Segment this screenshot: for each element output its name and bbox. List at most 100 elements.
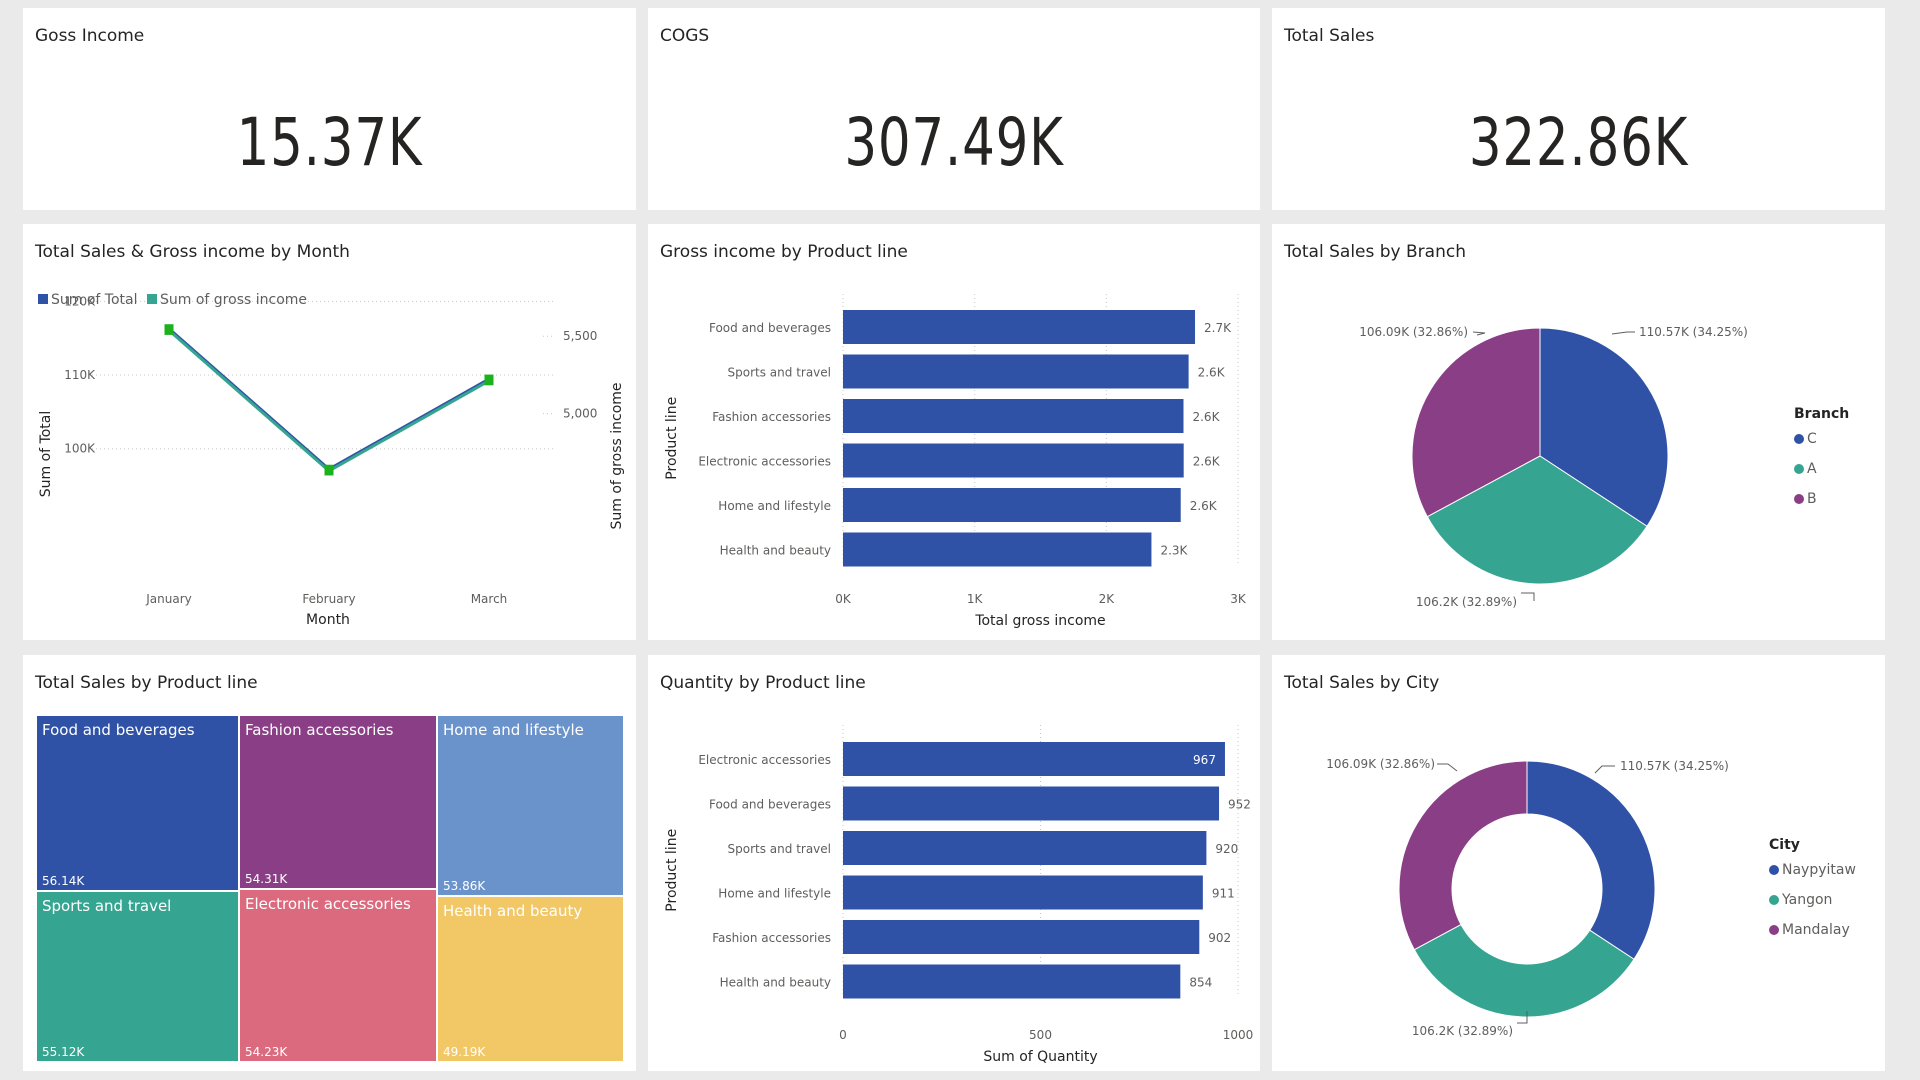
legend-marker (1769, 925, 1779, 935)
quantity-bar-chart: 0 500 1000 Electronic accessories 967 Food an… (664, 725, 1253, 1065)
treemap-value: 53.86K (443, 879, 486, 893)
category-label: Sports and travel (728, 842, 831, 856)
city-donut-card: Total Sales by City 110.57K (34.25%) 106.… (1272, 655, 1885, 1071)
x-tick-label: 1K (967, 592, 984, 606)
x-axis-title: Sum of Quantity (983, 1049, 1097, 1065)
gross-income-bar-chart: 0K 1K 2K 3K Food and beverages 2.7K Sports and… (664, 294, 1247, 629)
bar (843, 786, 1220, 821)
category-label: Food and beverages (709, 321, 831, 335)
treemap-value: 56.14K (42, 874, 85, 888)
category-label: Electronic accessories (698, 455, 831, 469)
category-label: Sports and travel (728, 366, 831, 380)
data-label: 106.09K (32.86%) (1326, 757, 1435, 771)
legend-label: Sum of Total (51, 292, 138, 308)
treemap-cell-home[interactable]: Home and lifestyle 53.86K (437, 715, 624, 896)
line-chart: 120K110K100K5,5005,000Sum of Total Sum of… (38, 292, 625, 628)
category-label: Electronic accessories (698, 753, 831, 767)
treemap-label: Health and beauty (443, 902, 583, 920)
data-label: 2.3K (1160, 544, 1188, 558)
treemap-label: Home and lifestyle (443, 721, 584, 739)
legend-label: Yangon (1781, 892, 1832, 908)
category-label: Health and beauty (720, 976, 831, 990)
treemap-value: 55.12K (42, 1045, 85, 1059)
data-label: 110.57K (34.25%) (1620, 759, 1729, 773)
chart-title: Total Sales by Product line (35, 673, 258, 693)
y2-tick-label: 5,500 (563, 329, 597, 343)
x-tick-label: 0 (839, 1028, 847, 1042)
slice (1413, 923, 1635, 1018)
legend-label: A (1807, 461, 1817, 477)
bar (843, 532, 1152, 567)
kpi-value: 307.49K (844, 104, 1064, 181)
series-line-total (168, 327, 490, 472)
legend-marker (1769, 865, 1779, 875)
quantity-bar-card: Quantity by Product line 0 500 1000 Electro… (648, 655, 1260, 1071)
data-label: 2.6K (1193, 455, 1221, 469)
bar (843, 964, 1181, 999)
kpi-card-total-sales: Total Sales 322.86K (1272, 8, 1885, 210)
treemap: Food and beverages 56.14K Sports and tra… (36, 715, 624, 1062)
bar (843, 354, 1189, 389)
y-tick-label: 100K (64, 442, 96, 456)
x-axis-title: Month (306, 612, 350, 628)
bar (843, 488, 1181, 522)
legend-title: Branch (1794, 406, 1849, 422)
treemap-label: Electronic accessories (245, 895, 411, 913)
bar (843, 443, 1184, 478)
bar (843, 831, 1207, 865)
treemap-cell-food[interactable]: Food and beverages 56.14K (36, 715, 239, 891)
legend-label: Sum of gross income (160, 292, 307, 308)
treemap-label: Fashion accessories (245, 721, 394, 739)
x-tick-label: 500 (1029, 1028, 1052, 1042)
bar (843, 399, 1184, 433)
data-label: 106.2K (32.89%) (1412, 1024, 1513, 1038)
kpi-card-cogs: COGS 307.49K (648, 8, 1260, 210)
data-label: 106.2K (32.89%) (1416, 595, 1517, 609)
gross-income-bar-card: Gross income by Product line 0K 1K 2K 3K Foo… (648, 224, 1260, 640)
x-tick-label: January (145, 592, 192, 606)
category-label: Home and lifestyle (718, 887, 831, 901)
y-axis-title: Sum of Total (38, 411, 54, 498)
data-label: 110.57K (34.25%) (1639, 325, 1748, 339)
legend-marker (1794, 494, 1804, 504)
y2-tick-label: 5,000 (563, 407, 597, 421)
bar (843, 920, 1200, 954)
legend-marker (1794, 434, 1804, 444)
data-label: 2.6K (1198, 366, 1226, 380)
treemap-cell-sports[interactable]: Sports and travel 55.12K (36, 891, 239, 1062)
category-label: Home and lifestyle (718, 499, 831, 513)
category-label: Food and beverages (709, 798, 831, 812)
legend-label: C (1807, 431, 1817, 447)
data-label: 854 (1189, 976, 1212, 990)
x-tick-label: 3K (1230, 592, 1247, 606)
data-label: 952 (1228, 798, 1251, 812)
bar (843, 875, 1203, 910)
legend-title: City (1769, 837, 1800, 853)
treemap-cell-electronic[interactable]: Electronic accessories 54.23K (239, 889, 437, 1062)
data-label: 967 (1193, 753, 1216, 767)
data-label: 2.7K (1204, 321, 1232, 335)
treemap-cell-health[interactable]: Health and beauty 49.19K (437, 896, 624, 1062)
kpi-title: COGS (660, 26, 710, 46)
leader-line (1521, 592, 1535, 601)
kpi-title: Goss Income (35, 26, 145, 46)
kpi-title: Total Sales (1284, 26, 1375, 46)
city-donut-chart: 110.57K (34.25%) 106.2K (32.89%) 106.09K (… (1326, 757, 1856, 1038)
y-axis-title: Product line (664, 397, 680, 480)
treemap-value: 49.19K (443, 1045, 486, 1059)
x-tick-label: February (302, 592, 355, 606)
treemap-label: Food and beverages (42, 721, 195, 739)
x-tick-label: March (471, 592, 508, 606)
y-tick-label: 110K (64, 368, 96, 382)
data-label: 106.09K (32.86%) (1359, 325, 1468, 339)
leader-line (1594, 765, 1615, 774)
data-label: 2.6K (1192, 410, 1220, 424)
x-tick-label: 0K (835, 592, 852, 606)
leader-line (1437, 763, 1458, 772)
treemap-cell-fashion[interactable]: Fashion accessories 54.31K (239, 715, 437, 889)
data-point (324, 466, 334, 476)
treemap-value: 54.23K (245, 1045, 288, 1059)
legend-marker-gross (147, 294, 157, 304)
slice (1398, 760, 1528, 951)
data-label: 920 (1215, 842, 1238, 856)
